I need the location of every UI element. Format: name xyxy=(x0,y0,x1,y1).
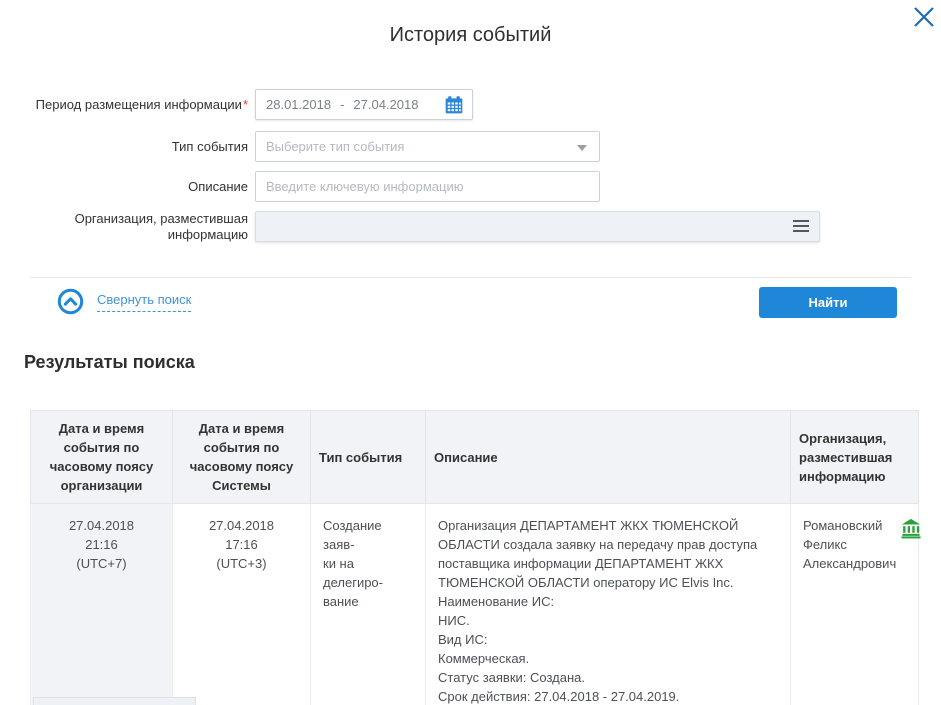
column-header-system-datetime: Дата и время события по часовому поясу С… xyxy=(173,411,311,504)
collapse-search-link[interactable]: Свернуть поиск xyxy=(97,292,191,312)
search-button[interactable]: Найти xyxy=(759,287,897,318)
required-asterisk: * xyxy=(243,97,248,112)
cell-description: Организация ДЕПАРТАМЕНТ ЖКХ ТЮМЕНСКОЙ ОБ… xyxy=(426,504,791,705)
column-header-event-type: Тип события xyxy=(311,411,426,504)
event-type-select[interactable]: Выберите тип события xyxy=(255,131,600,162)
chevron-down-icon[interactable] xyxy=(577,145,587,151)
results-heading: Результаты поиска xyxy=(24,352,195,373)
dialog-title: История событий xyxy=(0,24,941,47)
cell-org-datetime: 27.04.2018 21:16 (UTC+7) xyxy=(31,504,173,705)
cell-event-type: Создание заяв- ки на делегиро- вание xyxy=(311,504,426,705)
table-header-row: Дата и время события по часовому поясу о… xyxy=(31,411,919,504)
column-header-org-datetime: Дата и время события по часовому поясу о… xyxy=(31,411,173,504)
event-type-placeholder: Выберите тип события xyxy=(266,139,404,154)
date-from-value[interactable]: 28.01.2018 xyxy=(266,97,331,112)
description-field-label: Описание xyxy=(30,179,248,195)
column-header-description: Описание xyxy=(426,411,791,504)
results-table: Дата и время события по часовому поясу о… xyxy=(30,410,919,705)
organization-person-name: Романовский Феликс Александрович xyxy=(803,516,896,573)
event-history-dialog: История событий Период размещения информ… xyxy=(0,0,941,705)
form-divider xyxy=(30,277,911,278)
cell-organization: Романовский Феликс Александрович xyxy=(791,504,919,705)
description-placeholder: Введите ключевую информацию xyxy=(266,179,463,194)
calendar-icon[interactable] xyxy=(444,95,464,118)
close-icon[interactable] xyxy=(911,4,937,30)
date-range-separator: - xyxy=(340,97,344,112)
chevron-up-circle-icon[interactable] xyxy=(57,288,84,315)
table-scrollbar-thumb[interactable] xyxy=(33,697,196,705)
column-header-organization: Организация, разместившая информацию xyxy=(791,411,919,504)
organization-field-label: Организация, разместившая информацию xyxy=(48,211,248,243)
cell-system-datetime: 27.04.2018 17:16 (UTC+3) xyxy=(173,504,311,705)
table-row: 27.04.2018 21:16 (UTC+7) 27.04.2018 17:1… xyxy=(31,504,919,705)
bank-building-icon xyxy=(900,517,922,544)
description-input[interactable]: Введите ключевую информацию xyxy=(255,171,600,202)
period-date-range-input[interactable]: 28.01.2018 - 27.04.2018 xyxy=(255,89,473,120)
organization-input[interactable] xyxy=(255,211,820,242)
period-field-label: Период размещения информации* xyxy=(30,97,248,113)
collapse-search-control[interactable]: Свернуть поиск xyxy=(57,288,191,315)
date-to-value[interactable]: 27.04.2018 xyxy=(353,97,418,112)
hamburger-icon[interactable] xyxy=(793,220,809,235)
event-type-field-label: Тип события xyxy=(30,139,248,155)
